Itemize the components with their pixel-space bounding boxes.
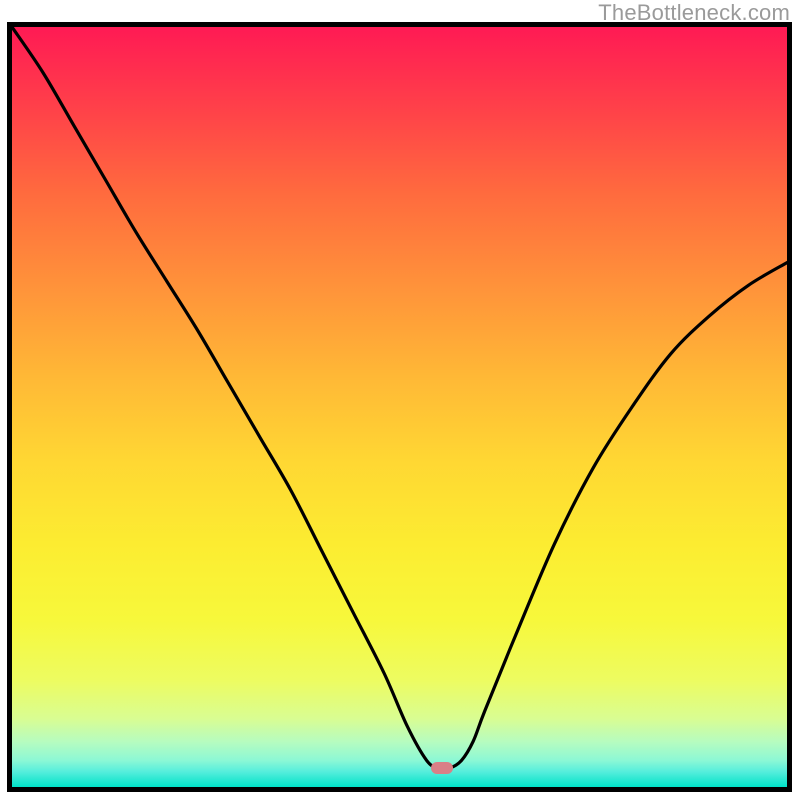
chart-frame [7,22,792,792]
curve-svg [12,27,787,787]
optimal-point-marker [431,762,453,774]
bottleneck-curve [12,27,787,769]
plot-area [12,27,787,787]
